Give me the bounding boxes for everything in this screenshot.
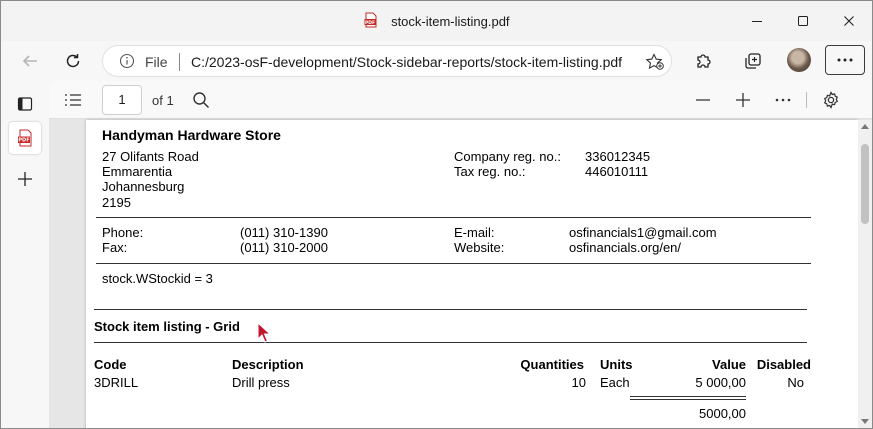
- divider: [94, 309, 807, 310]
- vertical-tabs-sidebar: PDF: [1, 81, 49, 428]
- toolbar-divider: [806, 92, 807, 108]
- pdf-settings-button[interactable]: [819, 88, 843, 112]
- email-value: osfinancials1@gmail.com: [569, 225, 717, 240]
- pdf-file-icon: PDF: [18, 129, 32, 147]
- settings-and-more-button[interactable]: [825, 45, 865, 75]
- more-options-button[interactable]: [771, 88, 795, 112]
- address-separator: [179, 53, 180, 71]
- tax-reg-label: Tax reg. no.:: [454, 164, 526, 179]
- scrollbar-thumb[interactable]: [861, 144, 869, 224]
- company-reg-value: 336012345: [585, 149, 651, 164]
- puzzle-icon: [697, 54, 711, 68]
- phone-value: (011) 310-1390: [240, 225, 328, 240]
- website-label: Website:: [454, 240, 505, 255]
- site-info-icon[interactable]: [119, 53, 135, 74]
- more-horizontal-icon: [837, 58, 853, 62]
- close-icon: [844, 16, 854, 26]
- maximize-icon: [798, 16, 808, 26]
- browser-window: PDF stock-item-listing.pdf File C:/2023-…: [0, 0, 873, 429]
- minimize-button[interactable]: [734, 1, 780, 41]
- window-title: stock-item-listing.pdf: [391, 14, 510, 29]
- total-rule: [630, 399, 746, 400]
- divider: [96, 263, 811, 264]
- extensions-button[interactable]: [688, 45, 720, 77]
- filter-text: stock.WStockid = 3: [102, 271, 213, 286]
- back-arrow-icon: [22, 55, 37, 67]
- table-of-contents-button[interactable]: [61, 88, 85, 112]
- divider: [96, 217, 811, 218]
- column-header-value: Value: [712, 357, 746, 372]
- zoom-out-button[interactable]: [691, 88, 715, 112]
- pdf-page: Handyman Hardware Store 27 Olifants Road…: [86, 120, 858, 428]
- address-line-3: Johannesburg: [102, 179, 185, 194]
- zoom-in-button[interactable]: [731, 88, 755, 112]
- column-header-description: Description: [232, 357, 304, 372]
- close-button[interactable]: [826, 1, 872, 41]
- minimize-icon: [752, 21, 762, 22]
- back-button[interactable]: [14, 45, 46, 77]
- page-number-input[interactable]: 1: [102, 85, 142, 115]
- tab-actions-button[interactable]: [9, 88, 41, 120]
- table-cell-description: Drill press: [232, 375, 290, 390]
- column-header-units: Units: [600, 357, 633, 372]
- phone-label: Phone:: [102, 225, 144, 240]
- vertical-scrollbar[interactable]: [858, 120, 872, 428]
- url-text[interactable]: C:/2023-osF-development/Stock-sidebar-re…: [191, 54, 622, 70]
- column-header-quantities: Quantities: [520, 357, 584, 372]
- fax-label: Fax:: [102, 240, 128, 255]
- refresh-icon: [66, 54, 80, 68]
- collections-button[interactable]: [737, 45, 769, 77]
- email-label: E-mail:: [454, 225, 495, 240]
- sidebar-tab-pdf[interactable]: PDF: [9, 122, 41, 154]
- divider: [94, 342, 807, 343]
- contents-list-icon: [65, 94, 81, 106]
- scroll-down-arrow-icon[interactable]: [861, 419, 869, 424]
- total-value: 5000,00: [699, 406, 746, 421]
- address-line-1: 27 Olifants Road: [102, 149, 199, 164]
- table-cell-unit: Each: [600, 375, 630, 390]
- plus-icon: [736, 93, 750, 107]
- more-horizontal-icon: [775, 98, 791, 102]
- table-cell-disabled: No: [787, 375, 804, 390]
- collections-icon: [745, 53, 761, 69]
- navigation-bar: File C:/2023-osF-development/Stock-sideb…: [1, 41, 872, 81]
- fax-value: (011) 310-2000: [240, 240, 328, 255]
- mouse-cursor-icon: [257, 322, 271, 343]
- search-button[interactable]: [189, 88, 213, 112]
- column-header-disabled: Disabled: [756, 357, 811, 372]
- pdf-toolbar: 1 of 1: [49, 81, 872, 119]
- table-cell-value: 5 000,00: [695, 375, 746, 390]
- address-line-4: 2195: [102, 195, 131, 210]
- pdf-viewer: 1 of 1 Handyman Hardware Store 27 Olifan…: [49, 81, 872, 428]
- scheme-label: File: [145, 54, 168, 70]
- company-reg-label: Company reg. no.:: [454, 149, 561, 164]
- plus-icon: [18, 172, 32, 186]
- column-header-code: Code: [94, 357, 127, 372]
- address-bar[interactable]: File C:/2023-osF-development/Stock-sideb…: [102, 45, 672, 77]
- address-line-2: Emmarentia: [102, 164, 173, 179]
- new-tab-button[interactable]: [9, 163, 41, 195]
- scroll-up-arrow-icon[interactable]: [861, 124, 869, 129]
- tab-actions-icon: [17, 97, 33, 111]
- table-cell-quantity: 10: [571, 375, 586, 390]
- svg-text:PDF: PDF: [18, 138, 29, 144]
- table-cell-code: 3DRILL: [94, 375, 139, 390]
- minus-icon: [696, 99, 710, 101]
- website-value: osfinancials.org/en/: [569, 240, 682, 255]
- svg-text:PDF: PDF: [365, 20, 375, 26]
- section-title: Stock item listing - Grid: [94, 319, 240, 334]
- gear-icon: [823, 91, 839, 109]
- maximize-button[interactable]: [780, 1, 826, 41]
- refresh-button[interactable]: [57, 45, 89, 77]
- profile-avatar[interactable]: [787, 48, 811, 72]
- title-bar: PDF stock-item-listing.pdf: [1, 1, 872, 41]
- tax-reg-value: 446010111: [585, 164, 649, 179]
- company-name: Handyman Hardware Store: [102, 127, 281, 143]
- total-rule: [630, 396, 746, 397]
- pdf-file-icon: PDF: [363, 12, 379, 31]
- add-favorite-icon[interactable]: [645, 53, 665, 76]
- page-count: of 1: [152, 93, 174, 108]
- search-icon: [193, 92, 210, 109]
